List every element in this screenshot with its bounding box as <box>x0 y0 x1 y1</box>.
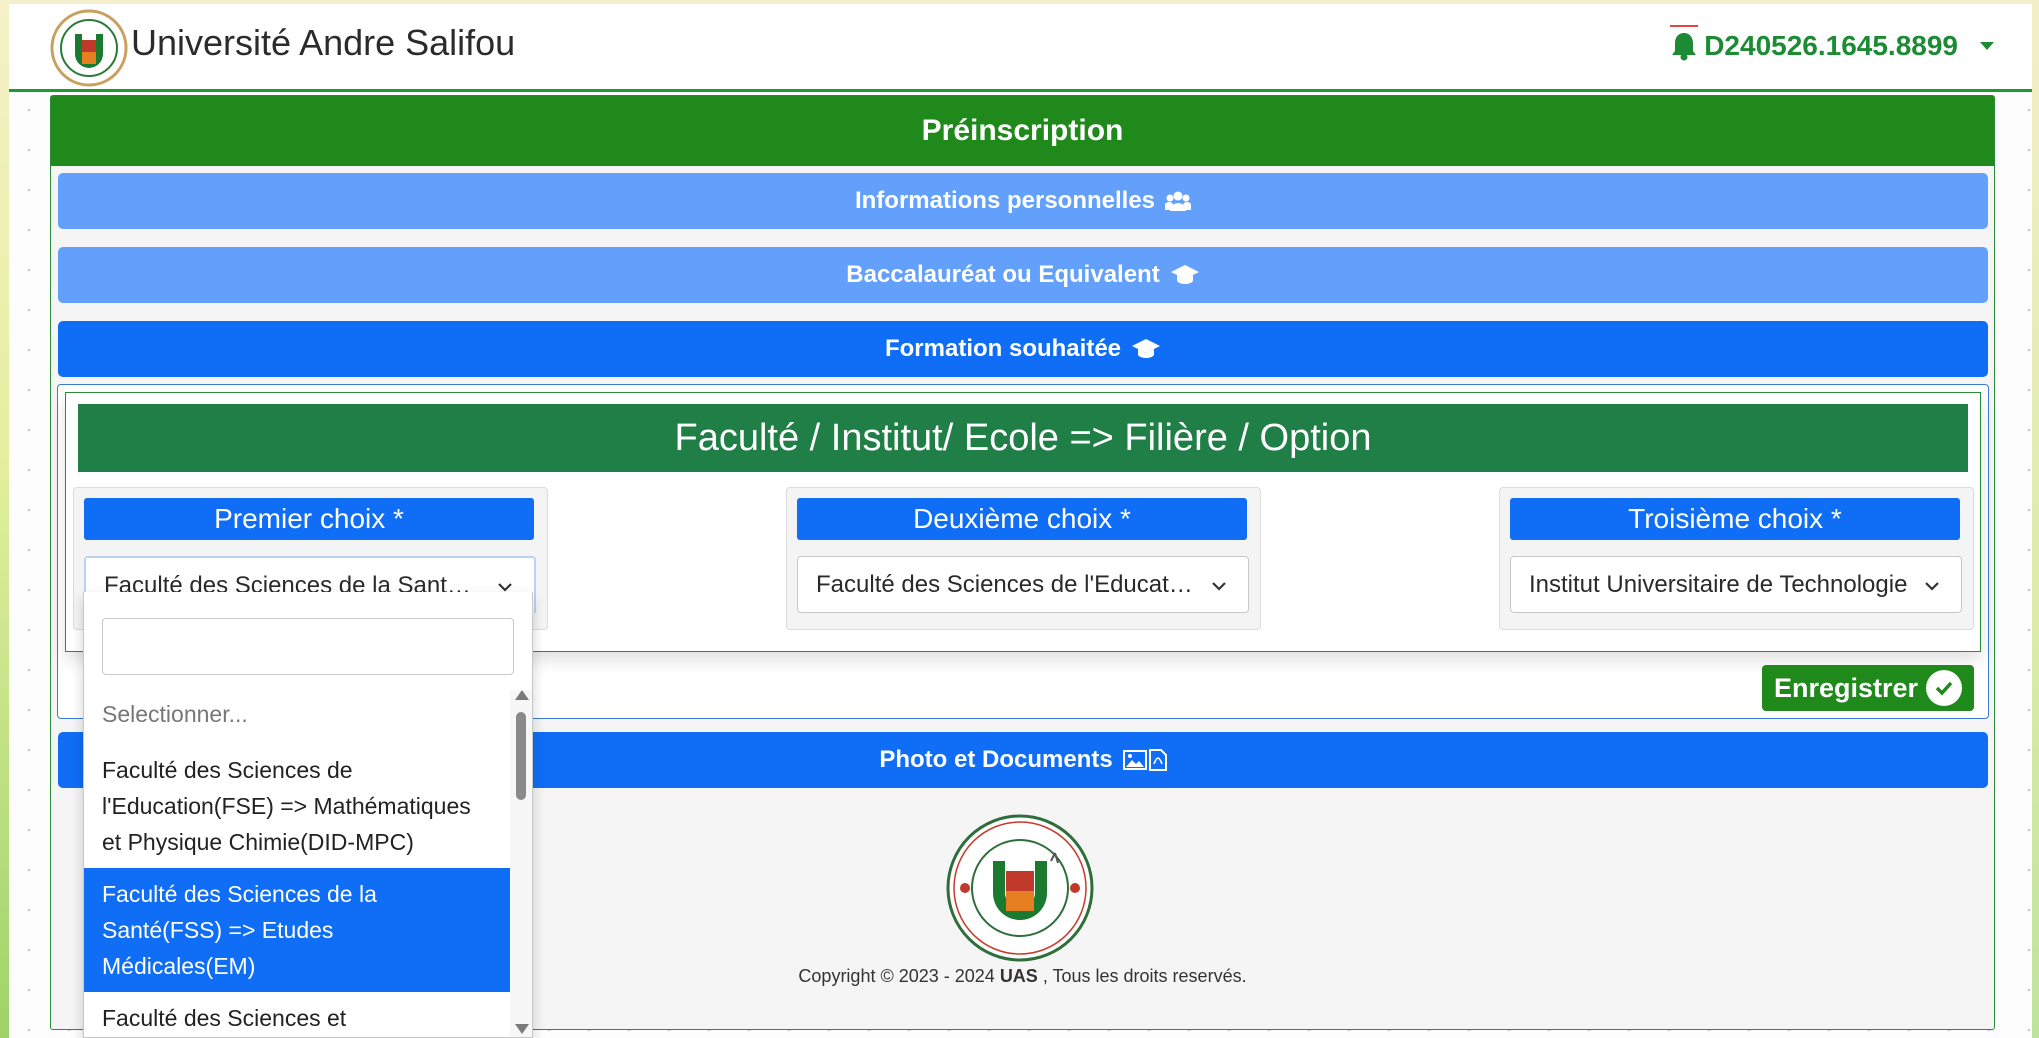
save-button-label: Enregistrer <box>1773 672 1919 703</box>
second-choice-label: Deuxième choix * <box>797 498 1247 540</box>
university-logo-icon[interactable] <box>49 8 129 88</box>
scroll-up-arrow-icon[interactable] <box>515 690 529 700</box>
second-choice-select[interactable]: Faculté des Sciences de l'Education(FSE)… <box>797 556 1249 613</box>
section-baccalaureat-label: Baccalauréat ou Equivalent <box>846 261 1160 288</box>
section-formation-label: Formation souhaitée <box>884 335 1122 362</box>
chevron-down-icon[interactable] <box>1980 42 1994 50</box>
user-menu[interactable]: D240526.1645.8899 <box>1670 25 1994 62</box>
section-personal-info-label: Informations personnelles <box>854 187 1156 214</box>
user-id[interactable]: D240526.1645.8899 <box>1704 30 1958 62</box>
university-seal-logo <box>946 814 1094 962</box>
third-choice-group: Troisième choix * Institut Universitaire… <box>1499 487 1974 630</box>
bell-icon[interactable] <box>1670 25 1699 61</box>
page-title: Préinscription <box>51 96 1994 166</box>
copyright-suffix: , Tous les droits reservés. <box>1037 966 1247 986</box>
users-icon <box>1165 191 1192 211</box>
section-personal-info[interactable]: Informations personnelles <box>58 173 1988 229</box>
pdf-file-icon <box>1148 749 1167 771</box>
third-choice-label: Troisième choix * <box>1510 498 1960 540</box>
graduation-cap-icon <box>1132 339 1161 358</box>
third-choice-select[interactable]: Institut Universitaire de Technologie <box>1510 556 1962 613</box>
dropdown-options-list: Selectionner... Faculté des Sciences de … <box>84 690 510 1037</box>
copyright-prefix: Copyright © 2023 - 2024 <box>798 966 1000 986</box>
save-button[interactable]: Enregistrer <box>1762 665 1974 711</box>
dropdown-scrollbar[interactable] <box>510 690 532 1037</box>
notification-indicator <box>1670 25 1699 27</box>
chevron-down-icon <box>1212 582 1226 591</box>
first-choice-label: Premier choix * <box>84 498 534 540</box>
first-choice-dropdown[interactable]: Selectionner... Faculté des Sciences de … <box>83 592 533 1038</box>
faculty-title: Faculté / Institut/ Ecole => Filière / O… <box>78 404 1968 472</box>
dropdown-placeholder-option[interactable]: Selectionner... <box>84 690 510 744</box>
chevron-down-icon <box>1925 582 1939 591</box>
dropdown-search-input[interactable] <box>102 618 514 675</box>
section-formation[interactable]: Formation souhaitée <box>58 321 1988 377</box>
scroll-down-arrow-icon[interactable] <box>515 1024 529 1034</box>
image-icon <box>1122 750 1147 770</box>
dropdown-option-selected[interactable]: Faculté des Sciences de la Santé(FSS) =>… <box>84 868 510 992</box>
scroll-thumb[interactable] <box>516 712 526 800</box>
third-choice-value: Institut Universitaire de Technologie <box>1529 570 1908 598</box>
top-navbar: Université Andre Salifou D240526.1645.88… <box>9 4 2032 92</box>
dropdown-option[interactable]: Faculté des Sciences et <box>84 992 510 1037</box>
graduation-cap-icon <box>1170 265 1199 284</box>
second-choice-group: Deuxième choix * Faculté des Sciences de… <box>786 487 1261 630</box>
background-left-gradient <box>0 0 9 1038</box>
second-choice-value: Faculté des Sciences de l'Education(FSE)… <box>816 570 1196 598</box>
brand-title[interactable]: Université Andre Salifou <box>131 22 515 64</box>
section-documents-label: Photo et Documents <box>879 746 1113 773</box>
copyright-org: UAS <box>999 966 1038 986</box>
check-circle-icon <box>1926 670 1963 706</box>
background-right-gradient <box>2032 0 2039 1038</box>
section-baccalaureat[interactable]: Baccalauréat ou Equivalent <box>58 247 1988 303</box>
dropdown-option[interactable]: Faculté des Sciences de l'Education(FSE)… <box>84 744 510 868</box>
